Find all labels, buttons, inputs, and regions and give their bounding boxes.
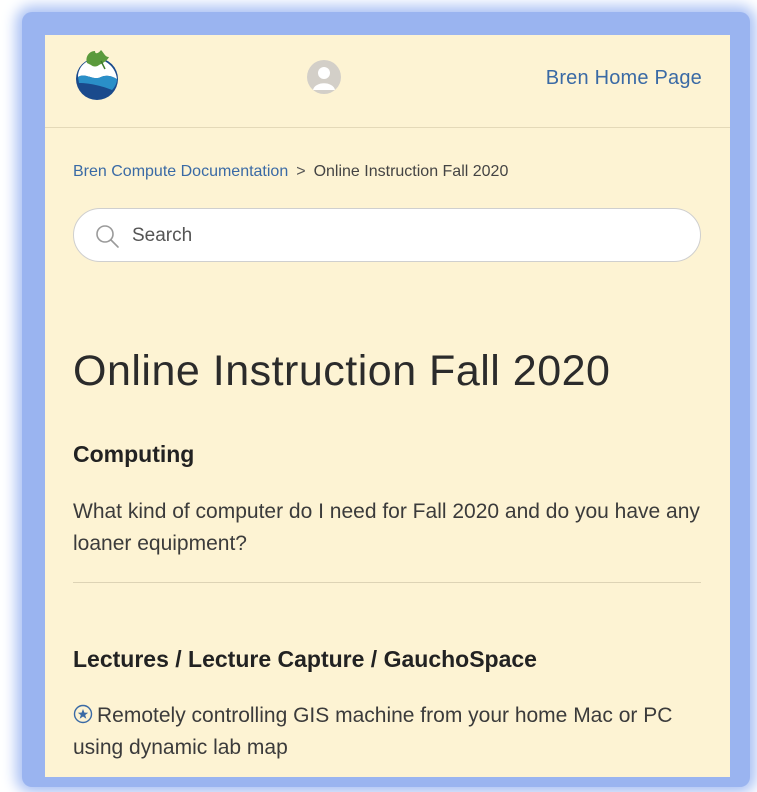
search-icon [94, 223, 120, 249]
breadcrumb: Bren Compute Documentation > Online Instru… [73, 163, 508, 181]
search-box[interactable] [73, 208, 701, 262]
article-link-remote-gis[interactable]: Remotely controlling GIS machine from yo… [73, 700, 703, 764]
star-circle-icon [73, 702, 93, 724]
article-link-label: Remotely controlling GIS machine from yo… [73, 704, 673, 759]
bren-logo-icon[interactable] [71, 47, 123, 103]
page-title: Online Instruction Fall 2020 [73, 347, 611, 395]
section-divider [73, 582, 701, 583]
help-center-panel: Bren Home Page Bren Compute Documentatio… [45, 35, 730, 777]
breadcrumb-parent-link[interactable]: Bren Compute Documentation [73, 163, 288, 180]
user-avatar-icon[interactable] [307, 60, 341, 94]
bren-home-page-link[interactable]: Bren Home Page [546, 67, 702, 90]
section-title-computing[interactable]: Computing [73, 441, 194, 468]
breadcrumb-separator: > [296, 163, 306, 180]
breadcrumb-current: Online Instruction Fall 2020 [313, 163, 509, 180]
site-header: Bren Home Page [45, 35, 730, 128]
search-input[interactable] [130, 219, 674, 253]
section-title-lectures[interactable]: Lectures / Lecture Capture / GauchoSpace [73, 646, 537, 673]
article-link-computer-requirements[interactable]: What kind of computer do I need for Fall… [73, 496, 703, 560]
